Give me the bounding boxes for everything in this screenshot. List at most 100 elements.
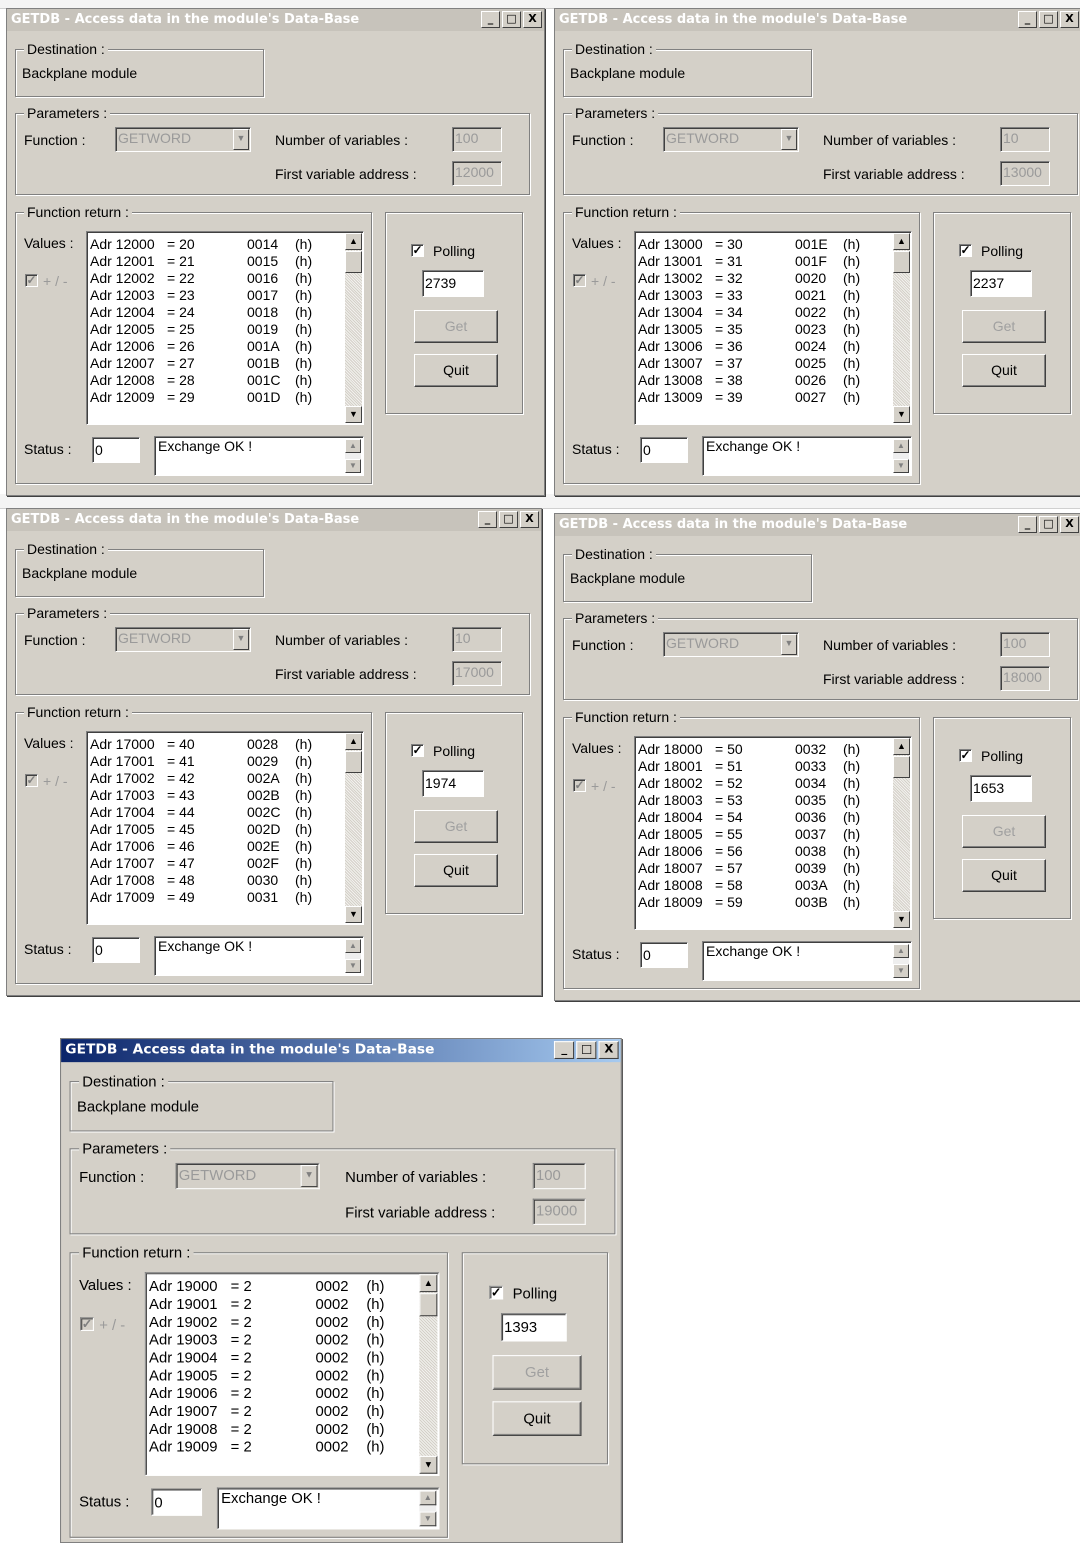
values-scrollbar[interactable]: ▲ ▼ bbox=[893, 738, 910, 928]
scroll-thumb[interactable] bbox=[893, 251, 910, 273]
list-item[interactable]: Adr 13002 = 32 0020 (h) bbox=[638, 270, 893, 287]
title-bar[interactable]: GETDB - Access data in the module's Data… bbox=[555, 9, 1080, 31]
scroll-up-icon[interactable]: ▲ bbox=[345, 733, 362, 750]
scroll-down-icon[interactable]: ▼ bbox=[419, 1455, 438, 1474]
chevron-down-icon[interactable]: ▼ bbox=[300, 1165, 318, 1188]
close-button[interactable]: X bbox=[520, 511, 539, 528]
get-button[interactable]: Get bbox=[414, 310, 498, 343]
list-item[interactable]: Adr 17008 = 48 0030 (h) bbox=[90, 872, 345, 889]
values-listbox[interactable]: Adr 17000 = 40 0028 (h) Adr 17001 = 41 0029 (h)… bbox=[86, 731, 364, 925]
close-button[interactable]: X bbox=[598, 1041, 619, 1059]
get-button[interactable]: Get bbox=[962, 310, 1046, 343]
status-scroll-down-icon[interactable]: ▼ bbox=[419, 1511, 437, 1527]
list-item[interactable]: Adr 18000 = 50 0032 (h) bbox=[638, 741, 893, 758]
list-item[interactable]: Adr 18003 = 53 0035 (h) bbox=[638, 792, 893, 809]
scroll-thumb[interactable] bbox=[893, 756, 910, 778]
status-code-field[interactable]: 0 bbox=[92, 937, 140, 963]
first-addr-input[interactable]: 13000 bbox=[1000, 161, 1050, 186]
close-button[interactable]: X bbox=[1060, 11, 1079, 28]
quit-button[interactable]: Quit bbox=[962, 354, 1046, 387]
maximize-button[interactable]: □ bbox=[502, 11, 521, 28]
values-listbox[interactable]: Adr 13000 = 30 001E (h) Adr 13001 = 31 001F (h)… bbox=[634, 231, 912, 425]
get-button[interactable]: Get bbox=[492, 1355, 582, 1390]
chevron-down-icon[interactable]: ▼ bbox=[233, 629, 249, 650]
function-select[interactable]: GETWORD ▼ bbox=[663, 632, 799, 657]
list-item[interactable]: Adr 12005 = 25 0019 (h) bbox=[90, 321, 345, 338]
num-vars-input[interactable]: 100 bbox=[1000, 632, 1050, 657]
scroll-up-icon[interactable]: ▲ bbox=[345, 233, 362, 250]
scroll-up-icon[interactable]: ▲ bbox=[419, 1274, 438, 1293]
list-item[interactable]: Adr 18008 = 58 003A (h) bbox=[638, 877, 893, 894]
polling-checkbox[interactable]: ✓ bbox=[411, 244, 424, 257]
list-item[interactable]: Adr 12007 = 27 001B (h) bbox=[90, 355, 345, 372]
status-code-field[interactable]: 0 bbox=[151, 1488, 203, 1516]
quit-button[interactable]: Quit bbox=[414, 354, 498, 387]
num-vars-input[interactable]: 100 bbox=[532, 1162, 586, 1190]
list-item[interactable]: Adr 18002 = 52 0034 (h) bbox=[638, 775, 893, 792]
num-vars-input[interactable]: 100 bbox=[452, 127, 502, 152]
minimize-button[interactable]: _ bbox=[481, 11, 500, 28]
list-item[interactable]: Adr 18005 = 55 0037 (h) bbox=[638, 826, 893, 843]
scroll-thumb[interactable] bbox=[345, 251, 362, 273]
polling-checkbox[interactable]: ✓ bbox=[489, 1286, 504, 1300]
status-scroll-up-icon[interactable]: ▲ bbox=[893, 439, 909, 453]
list-item[interactable]: Adr 13008 = 38 0026 (h) bbox=[638, 372, 893, 389]
plusminus-checkbox[interactable]: ✓ bbox=[25, 274, 38, 287]
title-bar[interactable]: GETDB - Access data in the module's Data… bbox=[61, 1039, 622, 1063]
status-scroll-down-icon[interactable]: ▼ bbox=[345, 459, 361, 473]
list-item[interactable]: Adr 19009 = 2 0002 (h) bbox=[149, 1438, 419, 1456]
close-button[interactable]: X bbox=[1060, 516, 1079, 533]
list-item[interactable]: Adr 18006 = 56 0038 (h) bbox=[638, 843, 893, 860]
list-item[interactable]: Adr 13004 = 34 0022 (h) bbox=[638, 304, 893, 321]
polling-counter-field[interactable]: 1393 bbox=[500, 1313, 567, 1342]
status-scroll-up-icon[interactable]: ▲ bbox=[893, 944, 909, 958]
list-item[interactable]: Adr 18007 = 57 0039 (h) bbox=[638, 860, 893, 877]
maximize-button[interactable]: □ bbox=[576, 1041, 597, 1059]
maximize-button[interactable]: □ bbox=[1039, 516, 1058, 533]
maximize-button[interactable]: □ bbox=[499, 511, 518, 528]
status-scrollbar[interactable]: ▲ ▼ bbox=[893, 439, 909, 473]
status-scroll-down-icon[interactable]: ▼ bbox=[345, 959, 361, 973]
list-item[interactable]: Adr 19001 = 2 0002 (h) bbox=[149, 1295, 419, 1313]
minimize-button[interactable]: _ bbox=[1018, 516, 1037, 533]
function-select[interactable]: GETWORD ▼ bbox=[115, 127, 251, 152]
status-scroll-down-icon[interactable]: ▼ bbox=[893, 459, 909, 473]
title-bar[interactable]: GETDB - Access data in the module's Data… bbox=[7, 9, 544, 31]
scroll-down-icon[interactable]: ▼ bbox=[893, 911, 910, 928]
list-item[interactable]: Adr 19003 = 2 0002 (h) bbox=[149, 1331, 419, 1349]
status-scrollbar[interactable]: ▲ ▼ bbox=[345, 939, 361, 973]
list-item[interactable]: Adr 18001 = 51 0033 (h) bbox=[638, 758, 893, 775]
list-item[interactable]: Adr 19002 = 2 0002 (h) bbox=[149, 1313, 419, 1331]
first-addr-input[interactable]: 17000 bbox=[452, 661, 502, 686]
values-scrollbar[interactable]: ▲ ▼ bbox=[419, 1274, 438, 1474]
polling-checkbox[interactable]: ✓ bbox=[959, 244, 972, 257]
polling-checkbox[interactable]: ✓ bbox=[411, 744, 424, 757]
minimize-button[interactable]: _ bbox=[1018, 11, 1037, 28]
list-item[interactable]: Adr 17002 = 42 002A (h) bbox=[90, 770, 345, 787]
status-scroll-up-icon[interactable]: ▲ bbox=[345, 439, 361, 453]
get-button[interactable]: Get bbox=[962, 815, 1046, 848]
status-scrollbar[interactable]: ▲ ▼ bbox=[345, 439, 361, 473]
minimize-button[interactable]: _ bbox=[554, 1041, 575, 1059]
list-item[interactable]: Adr 12008 = 28 001C (h) bbox=[90, 372, 345, 389]
values-scrollbar[interactable]: ▲ ▼ bbox=[345, 233, 362, 423]
list-item[interactable]: Adr 17001 = 41 0029 (h) bbox=[90, 753, 345, 770]
status-scrollbar[interactable]: ▲ ▼ bbox=[893, 944, 909, 978]
list-item[interactable]: Adr 17007 = 47 002F (h) bbox=[90, 855, 345, 872]
list-item[interactable]: Adr 17009 = 49 0031 (h) bbox=[90, 889, 345, 906]
status-text-field[interactable]: Exchange OK ! ▲ ▼ bbox=[216, 1487, 440, 1530]
title-bar[interactable]: GETDB - Access data in the module's Data… bbox=[7, 509, 541, 531]
status-code-field[interactable]: 0 bbox=[640, 437, 688, 463]
chevron-down-icon[interactable]: ▼ bbox=[781, 129, 797, 150]
scroll-down-icon[interactable]: ▼ bbox=[345, 906, 362, 923]
status-scroll-up-icon[interactable]: ▲ bbox=[419, 1490, 437, 1506]
plusminus-checkbox[interactable]: ✓ bbox=[25, 774, 38, 787]
list-item[interactable]: Adr 13009 = 39 0027 (h) bbox=[638, 389, 893, 406]
num-vars-input[interactable]: 10 bbox=[452, 627, 502, 652]
status-scrollbar[interactable]: ▲ ▼ bbox=[419, 1490, 437, 1527]
list-item[interactable]: Adr 12009 = 29 001D (h) bbox=[90, 389, 345, 406]
list-item[interactable]: Adr 19005 = 2 0002 (h) bbox=[149, 1367, 419, 1385]
status-text-field[interactable]: Exchange OK ! ▲ ▼ bbox=[154, 436, 364, 476]
chevron-down-icon[interactable]: ▼ bbox=[781, 634, 797, 655]
status-code-field[interactable]: 0 bbox=[92, 437, 140, 463]
